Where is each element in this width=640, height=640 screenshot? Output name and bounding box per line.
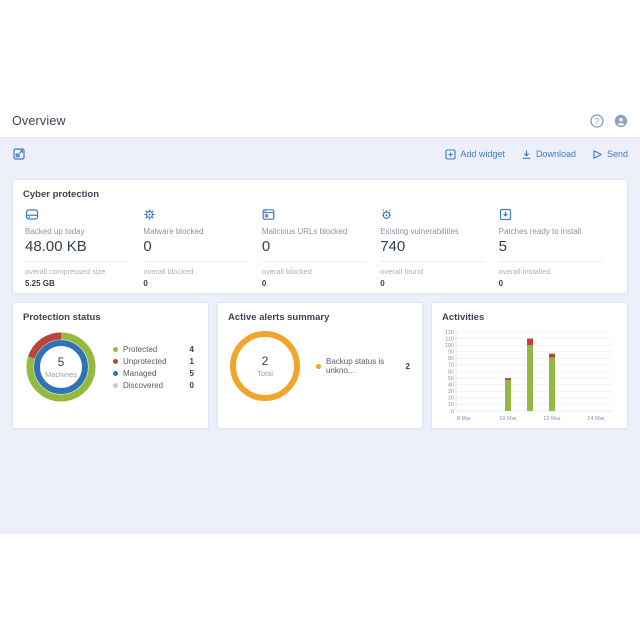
alert-type-dot [316, 364, 321, 369]
activities-bar-chart[interactable]: 0102030405060708090100110120 8 Mar 10 Mar 1… [432, 323, 627, 432]
stat-sub-value: 5.25 GB [25, 279, 129, 288]
browser-window-icon [262, 208, 366, 222]
stat-label: Malicious URLs blocked [262, 227, 366, 236]
svg-text:90: 90 [448, 350, 454, 356]
stat-value: 0 [262, 238, 366, 255]
stat-value: 740 [380, 238, 484, 255]
active-alerts-title: Active alerts summary [218, 303, 422, 323]
stat-sub-value: 0 [380, 279, 484, 288]
svg-text:10: 10 [448, 402, 454, 408]
stat-label: Backed up today [25, 227, 129, 236]
protection-status-donut[interactable]: 5 Machines [23, 329, 99, 405]
svg-text:0: 0 [451, 409, 454, 415]
stat-sub-label: overall blocked [262, 267, 366, 276]
svg-text:110: 110 [445, 336, 454, 342]
page-title: Overview [12, 114, 66, 128]
svg-text:50: 50 [448, 376, 454, 382]
stat-backed-up-today[interactable]: Backed up today 48.00 KB overall compres… [25, 208, 143, 288]
legend-item-discovered[interactable]: Discovered 0 [113, 381, 198, 390]
dashboard-canvas: Add widget Download Send Cyber protectio… [0, 138, 640, 534]
cyber-protection-panel: Cyber protection Backed up today 48.00 K… [12, 179, 628, 294]
send-button[interactable]: Send [592, 149, 628, 160]
activities-panel: Activities 0102030405060708090100110120 8… [431, 302, 628, 429]
cyber-protection-title: Cyber protection [13, 180, 627, 200]
stat-sub-label: overall installed [499, 267, 603, 276]
add-widget-label: Add widget [460, 149, 505, 159]
unprotected-dot [113, 359, 118, 364]
legend-item-unprotected[interactable]: Unprotected 1 [113, 357, 198, 366]
expand-dashboard-icon[interactable] [12, 147, 26, 161]
svg-text:40: 40 [448, 382, 454, 388]
active-alerts-panel: Active alerts summary 2 Total Backup sta… [217, 302, 423, 429]
help-icon[interactable]: ? [590, 114, 604, 128]
vulnerability-mine-icon [380, 208, 484, 222]
managed-dot [113, 371, 118, 376]
alerts-ring-chart[interactable]: 2 Total [230, 331, 300, 401]
stat-sub-value: 0 [143, 279, 247, 288]
machines-count: 5 [58, 355, 65, 369]
stat-value: 0 [143, 238, 247, 255]
machines-label: Machines [45, 370, 77, 379]
svg-text:80: 80 [448, 356, 454, 362]
stat-value: 48.00 KB [25, 238, 129, 255]
stat-value: 5 [499, 238, 603, 255]
svg-text:30: 30 [448, 389, 454, 395]
stat-label: Patches ready to install [499, 227, 603, 236]
stat-sub-value: 0 [499, 279, 603, 288]
send-icon [592, 149, 603, 160]
send-label: Send [607, 149, 628, 159]
stat-malicious-urls[interactable]: Malicious URLs blocked 0 overall blocked… [262, 208, 380, 288]
svg-text:60: 60 [448, 369, 454, 375]
patch-install-icon [499, 208, 603, 222]
add-widget-icon [445, 149, 456, 160]
protection-status-title: Protection status [13, 303, 208, 323]
protection-status-legend: Protected 4 Unprotected 1 Managed 5 [113, 342, 198, 393]
svg-text:70: 70 [448, 363, 454, 369]
download-icon [521, 149, 532, 160]
protection-status-panel: Protection status 5 Machines Protected [12, 302, 209, 429]
alerts-total-count: 2 [262, 354, 269, 368]
svg-text:8 Mar: 8 Mar [457, 416, 471, 422]
alerts-legend-item[interactable]: Backup status is unkno... 2 [316, 357, 412, 375]
stat-sub-label: overall blocked [143, 267, 247, 276]
discovered-dot [113, 383, 118, 388]
svg-text:10 Mar: 10 Mar [499, 416, 517, 422]
activities-title: Activities [432, 303, 627, 323]
protected-dot [113, 347, 118, 352]
stat-patches[interactable]: Patches ready to install 5 overall insta… [499, 208, 617, 288]
stat-malware-blocked[interactable]: Malware blocked 0 overall blocked 0 [143, 208, 261, 288]
svg-text:12 Mar: 12 Mar [543, 416, 561, 422]
stat-sub-label: overall found [380, 267, 484, 276]
legend-item-protected[interactable]: Protected 4 [113, 345, 198, 354]
svg-text:?: ? [595, 117, 600, 126]
svg-text:120: 120 [445, 330, 454, 336]
stat-vulnerabilities[interactable]: Existing vulnerabilities 740 overall fou… [380, 208, 498, 288]
svg-text:14 Mar: 14 Mar [587, 416, 605, 422]
add-widget-button[interactable]: Add widget [445, 149, 505, 160]
stat-sub-value: 0 [262, 279, 366, 288]
dashboard-app: Overview ? Add widget Downlo [0, 105, 640, 534]
account-icon[interactable] [614, 114, 628, 128]
stat-label: Existing vulnerabilities [380, 227, 484, 236]
download-label: Download [536, 149, 576, 159]
download-button[interactable]: Download [521, 149, 576, 160]
legend-item-managed[interactable]: Managed 5 [113, 369, 198, 378]
page-header: Overview ? [0, 105, 640, 138]
svg-text:20: 20 [448, 396, 454, 402]
stat-sub-label: overall compressed size [25, 267, 129, 276]
backup-drive-icon [25, 208, 129, 222]
stat-label: Malware blocked [143, 227, 247, 236]
malware-bug-icon [143, 208, 247, 222]
alerts-total-label: Total [257, 369, 273, 378]
toolbar: Add widget Download Send [12, 138, 628, 170]
svg-text:100: 100 [445, 343, 454, 349]
